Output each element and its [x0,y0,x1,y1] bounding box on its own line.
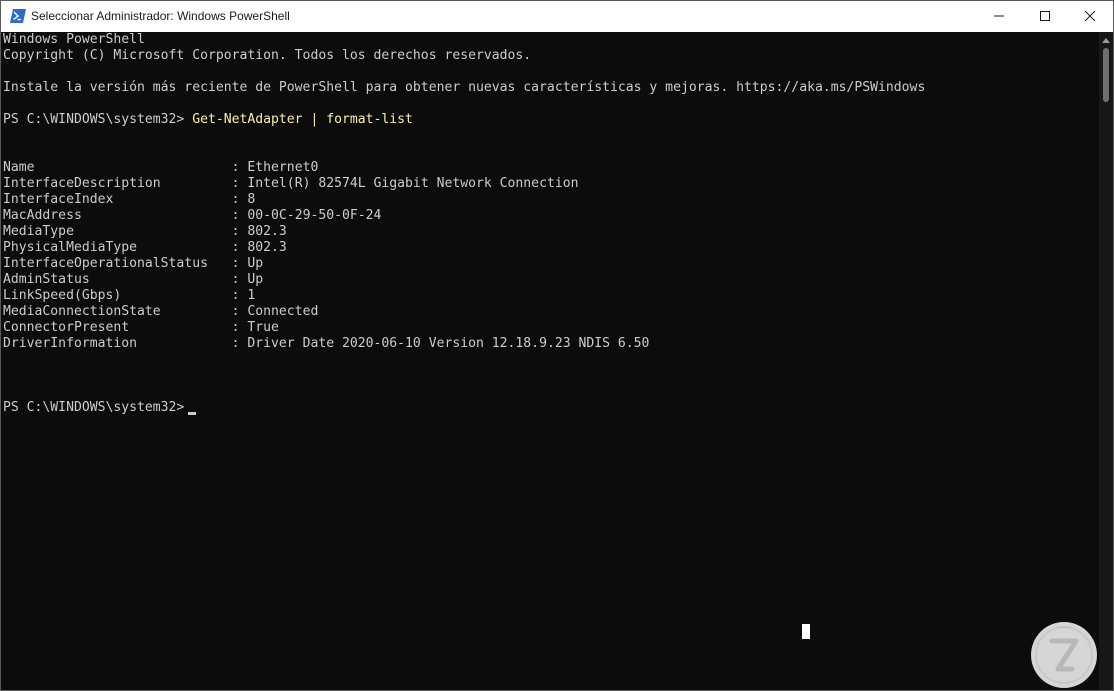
property-name: AdminStatus [3,272,232,287]
property-value: : Up [231,272,264,287]
property-row: MediaConnectionState : Connected [3,304,1099,320]
vertical-scrollbar[interactable] [1099,32,1113,690]
command-line: PS C:\WINDOWS\system32> Get-NetAdapter |… [3,112,1099,128]
minimize-button[interactable] [976,1,1022,32]
property-name: Name [3,160,232,175]
powershell-window: Seleccionar Administrador: Windows Power… [0,0,1114,691]
property-value: : Driver Date 2020-06-10 Version 12.18.9… [231,336,650,351]
property-value: : Connected [231,304,319,319]
property-name: ConnectorPresent [3,320,232,335]
property-value: : Ethernet0 [231,160,319,175]
close-icon [1084,8,1096,26]
console-output[interactable]: Windows PowerShell Copyright (C) Microso… [1,32,1099,690]
update-notice: Instale la versión más reciente de Power… [3,80,926,95]
maximize-icon [1040,8,1050,26]
property-name: InterfaceOperationalStatus [3,256,232,271]
property-row: AdminStatus : Up [3,272,1099,288]
property-row: InterfaceIndex : 8 [3,192,1099,208]
property-value: : 802.3 [231,224,287,239]
property-value: : Intel(R) 82574L Gigabit Network Connec… [231,176,579,191]
title-bar[interactable]: Seleccionar Administrador: Windows Power… [1,1,1113,32]
property-value: : True [231,320,279,335]
window-title: Seleccionar Administrador: Windows Power… [31,9,290,23]
property-row: DriverInformation : Driver Date 2020-06-… [3,336,1099,352]
property-name: InterfaceIndex [3,192,232,207]
property-value: : Up [231,256,264,271]
property-row: MediaType : 802.3 [3,224,1099,240]
property-name: InterfaceDescription [3,176,232,191]
mouse-cursor [802,624,810,639]
property-name: MacAddress [3,208,232,223]
text-cursor [188,412,197,415]
minimize-icon [994,8,1004,26]
property-name: MediaType [3,224,232,239]
close-button[interactable] [1067,1,1113,32]
property-row: InterfaceDescription : Intel(R) 82574L G… [3,176,1099,192]
property-value: : 8 [231,192,256,207]
property-row: Name : Ethernet0 [3,160,1099,176]
maximize-button[interactable] [1022,1,1068,32]
command-text: Get-NetAdapter | format-list [192,112,413,127]
property-row: LinkSpeed(Gbps) : 1 [3,288,1099,304]
prompt: PS C:\WINDOWS\system32> [3,112,185,127]
input-line[interactable]: PS C:\WINDOWS\system32> [3,400,1099,416]
property-row: InterfaceOperationalStatus : Up [3,256,1099,272]
scroll-thumb[interactable] [1103,48,1109,102]
property-value: : 1 [231,288,256,303]
property-name: MediaConnectionState [3,304,232,319]
powershell-icon [10,9,26,23]
scroll-up-icon[interactable] [1102,38,1110,43]
property-row: MacAddress : 00-0C-29-50-0F-24 [3,208,1099,224]
property-list: Name : Ethernet0 InterfaceDescription : I… [3,160,1099,352]
property-name: PhysicalMediaType [3,240,232,255]
property-value: : 00-0C-29-50-0F-24 [231,208,382,223]
header-line: Windows PowerShell [3,32,145,47]
property-name: LinkSpeed(Gbps) [3,288,232,303]
prompt: PS C:\WINDOWS\system32> [3,400,185,415]
copyright-line: Copyright (C) Microsoft Corporation. Tod… [3,48,532,63]
property-name: DriverInformation [3,336,232,351]
property-row: ConnectorPresent : True [3,320,1099,336]
property-row: PhysicalMediaType : 802.3 [3,240,1099,256]
property-value: : 802.3 [231,240,287,255]
logo-watermark [1028,619,1100,690]
